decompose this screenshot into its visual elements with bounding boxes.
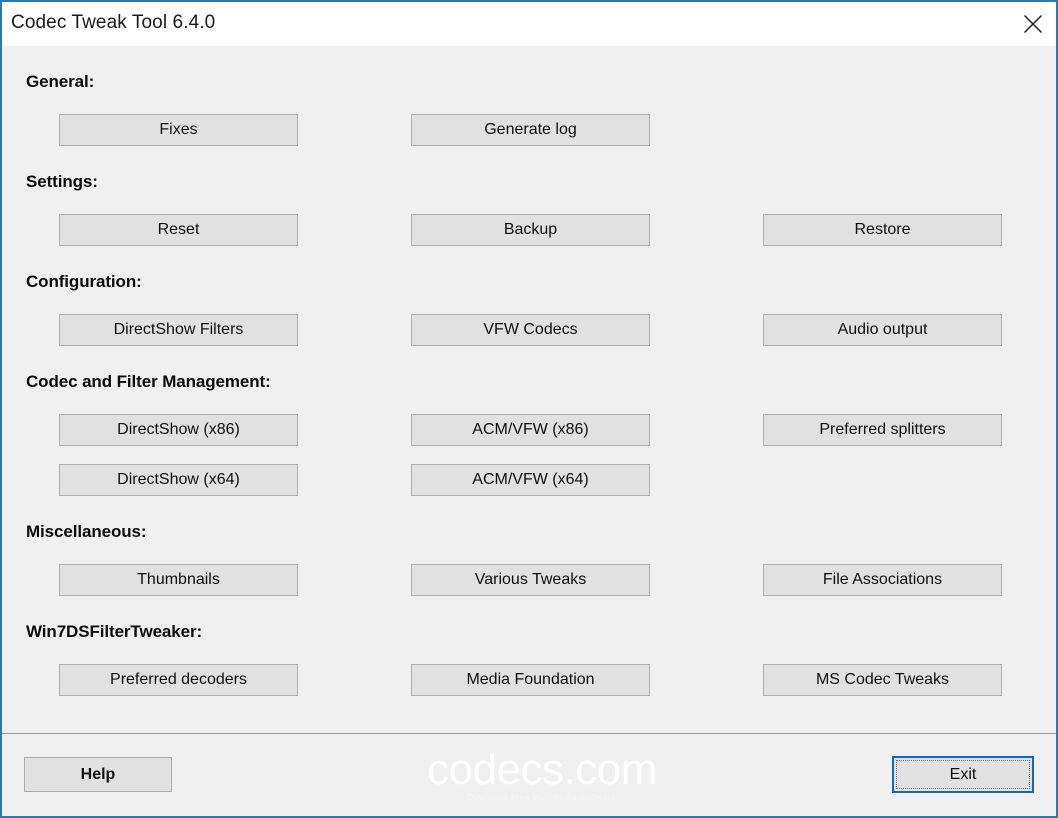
action-button[interactable]: Restore (763, 214, 1002, 246)
watermark-main-text: codecs.com (427, 745, 657, 794)
exit-button[interactable]: Exit (892, 756, 1034, 793)
action-button[interactable]: Thumbnails (59, 564, 298, 596)
main-content: General: Fixes Generate log Settings: Reset B… (2, 46, 1056, 733)
section-label: Codec and Filter Management: (26, 372, 271, 391)
action-button[interactable]: Generate log (411, 114, 650, 146)
section-label: General: (26, 72, 95, 91)
action-button[interactable]: Various Tweaks (411, 564, 650, 596)
action-button[interactable]: Media Foundation (411, 664, 650, 696)
close-icon (1022, 13, 1044, 35)
action-button[interactable]: DirectShow Filters (59, 314, 298, 346)
codec-tweak-tool-window: Codec Tweak Tool 6.4.0 General: Fixes Gene… (0, 0, 1058, 818)
section-label: Win7DSFilterTweaker: (26, 622, 203, 641)
watermark-sub-text: Download Free Multimedia Software (467, 793, 617, 802)
action-button[interactable]: VFW Codecs (411, 314, 650, 346)
codecs-com-watermark: codecs.com Download Free Multimedia Soft… (417, 748, 667, 806)
footer-bar: Help codecs.com Download Free Multimedia… (2, 734, 1056, 816)
action-button[interactable]: Preferred decoders (59, 664, 298, 696)
title-bar: Codec Tweak Tool 6.4.0 (2, 2, 1056, 46)
section-label: Settings: (26, 172, 98, 191)
action-button[interactable]: Audio output (763, 314, 1002, 346)
action-button[interactable]: Reset (59, 214, 298, 246)
action-button[interactable]: Fixes (59, 114, 298, 146)
help-button[interactable]: Help (24, 757, 172, 792)
action-button[interactable]: ACM/VFW (x64) (411, 464, 650, 496)
exit-button-label: Exit (949, 765, 977, 783)
section-label: Miscellaneous: (26, 522, 147, 541)
action-button[interactable]: MS Codec Tweaks (763, 664, 1002, 696)
action-button[interactable]: ACM/VFW (x86) (411, 414, 650, 446)
action-button[interactable]: DirectShow (x64) (59, 464, 298, 496)
action-button[interactable]: Backup (411, 214, 650, 246)
help-button-label: Help (80, 765, 116, 783)
close-button[interactable] (1010, 2, 1056, 46)
action-button[interactable]: DirectShow (x86) (59, 414, 298, 446)
section-label: Configuration: (26, 272, 142, 291)
action-button[interactable]: File Associations (763, 564, 1002, 596)
action-button[interactable]: Preferred splitters (763, 414, 1002, 446)
window-title: Codec Tweak Tool 6.4.0 (11, 12, 216, 33)
